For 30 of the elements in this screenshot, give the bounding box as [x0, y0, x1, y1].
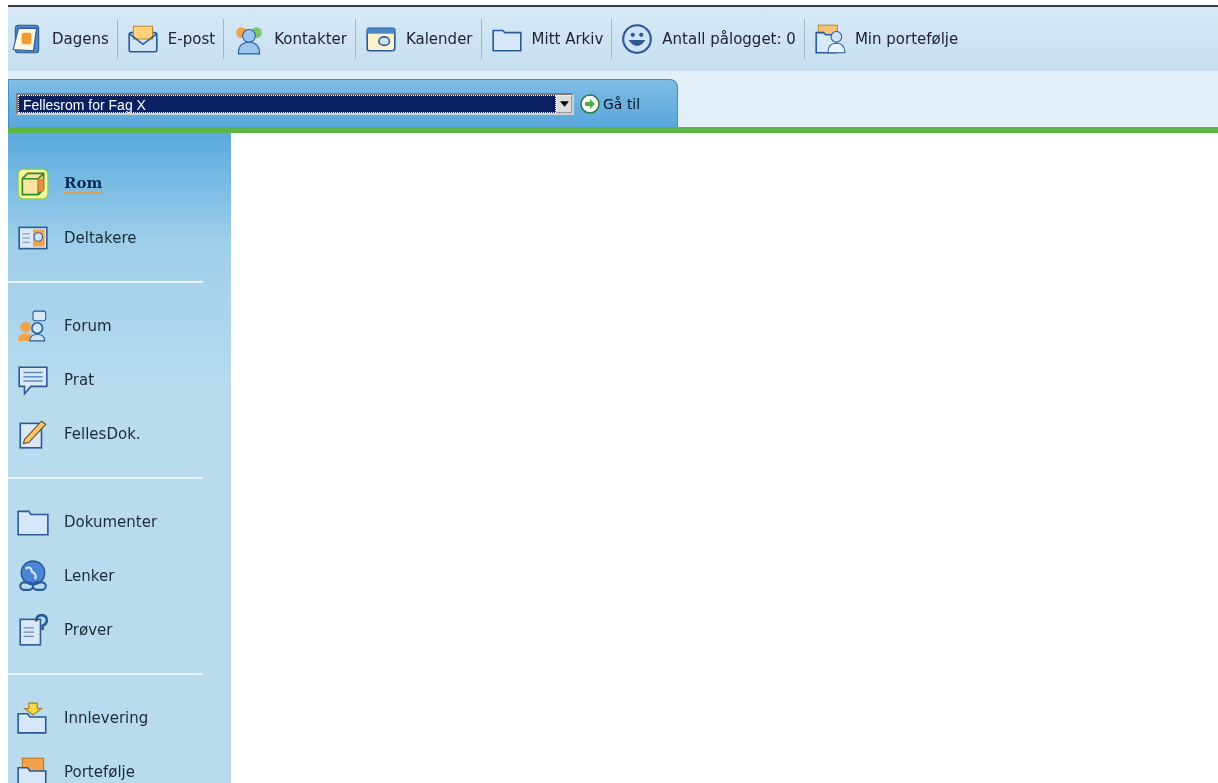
sidebar-item[interactable]: Forum	[8, 299, 231, 353]
toolbar-link[interactable]: Kontakter	[232, 22, 347, 56]
sidebar-item[interactable]: Portefølje	[8, 745, 231, 783]
sidebar-item[interactable]: Dokumenter	[8, 495, 231, 549]
speech-bubble-icon	[16, 363, 50, 397]
sidebar-item[interactable]: Prat	[8, 353, 231, 407]
open-folder-icon	[16, 755, 50, 783]
sidebar-item[interactable]: Rom	[8, 157, 231, 211]
globe-link-icon	[16, 559, 50, 593]
sidebar-item[interactable]: Deltakere	[8, 211, 231, 265]
sidebar-item[interactable]: Lenker	[8, 549, 231, 603]
toolbar-link[interactable]: Mitt Arkiv	[489, 22, 604, 56]
toolbar-link[interactable]: Kalender	[363, 22, 473, 56]
document-question-icon	[16, 613, 50, 647]
toolbar-link[interactable]: Min portefølje	[812, 22, 959, 56]
toolbar-link[interactable]: Antall pålogget: 0	[620, 22, 796, 56]
arrow-circle-icon	[580, 93, 600, 114]
cube-icon	[16, 167, 50, 201]
sidebar-item[interactable]: FellesDok.	[8, 407, 231, 461]
room-select[interactable]: Fellesrom for Fag X	[16, 92, 574, 115]
folder-arrow-icon	[16, 701, 50, 735]
go-button[interactable]: Gå til	[580, 93, 641, 114]
smiley-icon	[620, 22, 655, 56]
sidebar-item[interactable]: Prøver	[8, 603, 231, 657]
dropdown-caret-icon	[556, 94, 572, 113]
folder-person-icon	[812, 22, 847, 56]
toolbar-link[interactable]: Dagens	[10, 22, 109, 56]
toolbar-link[interactable]: E-post	[125, 22, 216, 56]
sidebar-item[interactable]: Innlevering	[8, 691, 231, 745]
note-pencil-icon	[16, 417, 50, 451]
